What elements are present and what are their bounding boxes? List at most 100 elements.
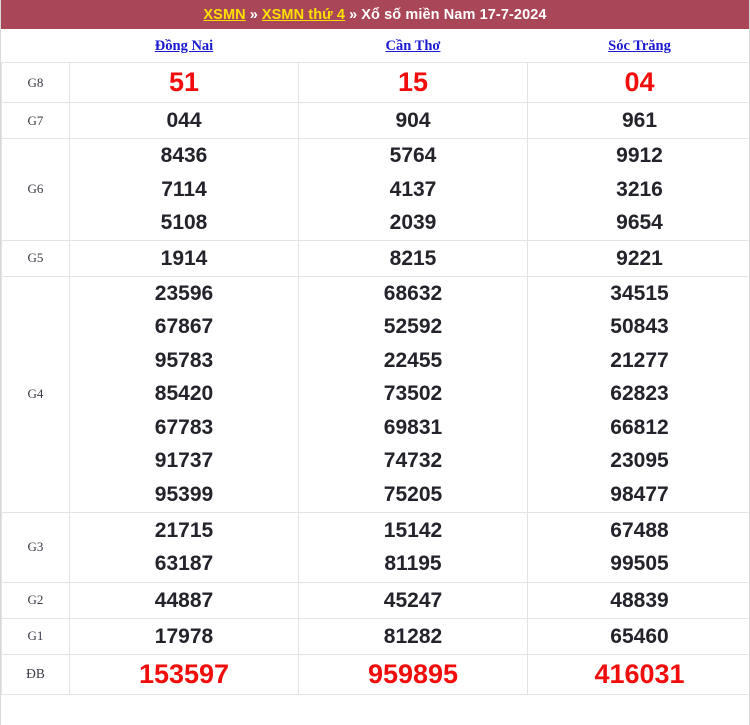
prize-cell: 45247	[298, 581, 528, 619]
prize-label-g8: G8	[1, 62, 70, 103]
lottery-number: 44887	[154, 588, 214, 612]
province-link-can-tho[interactable]: Cần Thơ	[386, 38, 441, 54]
prize-cell: 044	[69, 102, 299, 139]
table-row: G8 51 15 04	[1, 62, 750, 103]
prize-label-đb: ĐB	[1, 653, 70, 695]
lottery-number: 961	[621, 109, 658, 132]
page-title: Xổ số miền Nam 17-7-2024	[361, 6, 547, 23]
prize-cell: 44887	[69, 581, 299, 619]
lottery-number: 8436	[160, 144, 208, 167]
lottery-number: 74732	[383, 449, 443, 473]
lottery-number: 044	[166, 109, 202, 132]
province-link-dong-nai[interactable]: Đồng Nai	[155, 38, 213, 54]
lottery-number: 67867	[154, 315, 214, 339]
prize-cell: 9912 3216 9654	[527, 138, 750, 241]
table-row: G1 17978 81282 65460	[1, 617, 750, 655]
lottery-number: 2039	[389, 211, 437, 234]
lottery-number: 48839	[610, 588, 669, 612]
lottery-number: 5108	[160, 211, 208, 234]
breadcrumb-link-xsmn[interactable]: XSMN	[203, 7, 245, 23]
prize-cell: 5764 4137 2039	[298, 138, 528, 241]
table-row: G6 8436 7114 5108 5764 4137 2039 9912 3216 9654	[1, 138, 750, 241]
province-header-3: Sóc Trăng	[527, 29, 750, 63]
lottery-number: 9912	[616, 144, 663, 167]
prize-label-header	[2, 29, 70, 63]
lottery-number: 416031	[594, 658, 685, 689]
lottery-number: 98477	[610, 482, 669, 506]
prize-label-g1: G1	[1, 617, 70, 655]
lottery-number: 68632	[383, 281, 443, 305]
lottery-number: 9221	[616, 246, 663, 270]
prize-cell: 67488 99505	[527, 511, 750, 583]
province-header-2: Cần Thơ	[298, 29, 528, 63]
prize-label-g2: G2	[1, 581, 70, 619]
prize-cell: 8436 7114 5108	[69, 138, 299, 241]
lottery-number: 22455	[383, 348, 443, 372]
table-header-row: Đồng Nai Cần Thơ Sóc Trăng	[2, 29, 750, 63]
prize-cell: 153597	[69, 653, 299, 695]
lottery-number: 73502	[383, 382, 443, 406]
table-row: ĐB 153597 959895 416031	[1, 653, 750, 695]
prize-cell: 51	[69, 62, 299, 103]
prize-label-g7: G7	[1, 102, 70, 139]
prize-cell: 48839	[527, 581, 750, 619]
prize-cell: 8215	[298, 239, 528, 277]
table-row: G5 1914 8215 9221	[1, 239, 750, 277]
lottery-number: 34515	[610, 281, 669, 305]
breadcrumb: XSMN » XSMN thứ 4 » Xổ số miền Nam 17-7-…	[1, 0, 749, 29]
lottery-number: 66812	[610, 415, 669, 439]
prize-label-g5: G5	[1, 239, 70, 277]
lottery-number: 8215	[389, 246, 437, 270]
breadcrumb-separator-2: »	[349, 6, 358, 23]
lottery-number: 45247	[383, 588, 443, 612]
lottery-number: 3216	[616, 177, 663, 201]
table-row: G7 044 904 961	[1, 102, 750, 139]
prize-cell: 34515 50843 21277 62823 66812 23095 98477	[527, 275, 750, 513]
table-row: G2 44887 45247 48839	[1, 581, 750, 619]
prize-cell: 15	[298, 62, 528, 103]
lottery-number: 95399	[154, 482, 214, 506]
lottery-number: 15142	[383, 518, 443, 542]
lottery-number: 23596	[154, 281, 214, 305]
lottery-number: 1914	[160, 246, 208, 270]
prize-cell: 04	[527, 62, 750, 103]
lottery-number: 67488	[610, 518, 669, 542]
breadcrumb-link-xsmn-thu-4[interactable]: XSMN thứ 4	[262, 7, 345, 23]
lottery-number: 65460	[610, 624, 669, 648]
lottery-number: 7114	[161, 177, 207, 201]
prize-cell: 68632 52592 22455 73502 69831 74732 75205	[298, 275, 528, 513]
prize-cell: 9221	[527, 239, 750, 277]
prize-cell: 15142 81195	[298, 511, 528, 583]
lottery-number: 21277	[610, 348, 669, 372]
prize-cell: 17978	[69, 617, 299, 655]
table-row: G4 23596 67867 95783 85420 67783 91737 95399 686…	[1, 275, 750, 513]
lottery-number: 21715	[154, 518, 214, 542]
province-link-soc-trang[interactable]: Sóc Trăng	[608, 38, 671, 54]
lottery-number: 52592	[383, 315, 443, 339]
lottery-number: 85420	[154, 382, 214, 406]
lottery-number: 62823	[610, 382, 669, 406]
lottery-number: 91737	[154, 449, 214, 473]
prize-cell: 1914	[69, 239, 299, 277]
lottery-number: 904	[395, 109, 431, 132]
prize-cell: 21715 63187	[69, 511, 299, 583]
prize-label-g6: G6	[1, 138, 70, 241]
lottery-number: 4137	[389, 177, 437, 201]
lottery-number: 63187	[154, 552, 214, 575]
prize-label-g3: G3	[1, 511, 70, 583]
lottery-number: 51	[168, 67, 200, 97]
breadcrumb-separator-1: »	[249, 6, 258, 23]
lottery-number: 23095	[610, 449, 669, 473]
lottery-results-table: Đồng Nai Cần Thơ Sóc Trăng G8 51 15 04 G7 044…	[1, 29, 750, 695]
prize-cell: 959895	[298, 653, 528, 695]
prize-cell: 23596 67867 95783 85420 67783 91737 95399	[69, 275, 299, 513]
lottery-number: 04	[624, 67, 655, 97]
lottery-number: 5764	[389, 144, 437, 167]
lottery-number: 75205	[383, 482, 443, 506]
lottery-number: 15	[397, 67, 429, 97]
lottery-number: 153597	[138, 658, 230, 689]
lottery-number: 50843	[610, 315, 669, 339]
lottery-number: 81195	[384, 552, 442, 575]
prize-cell: 961	[527, 102, 750, 139]
prize-label-g4: G4	[1, 275, 70, 513]
